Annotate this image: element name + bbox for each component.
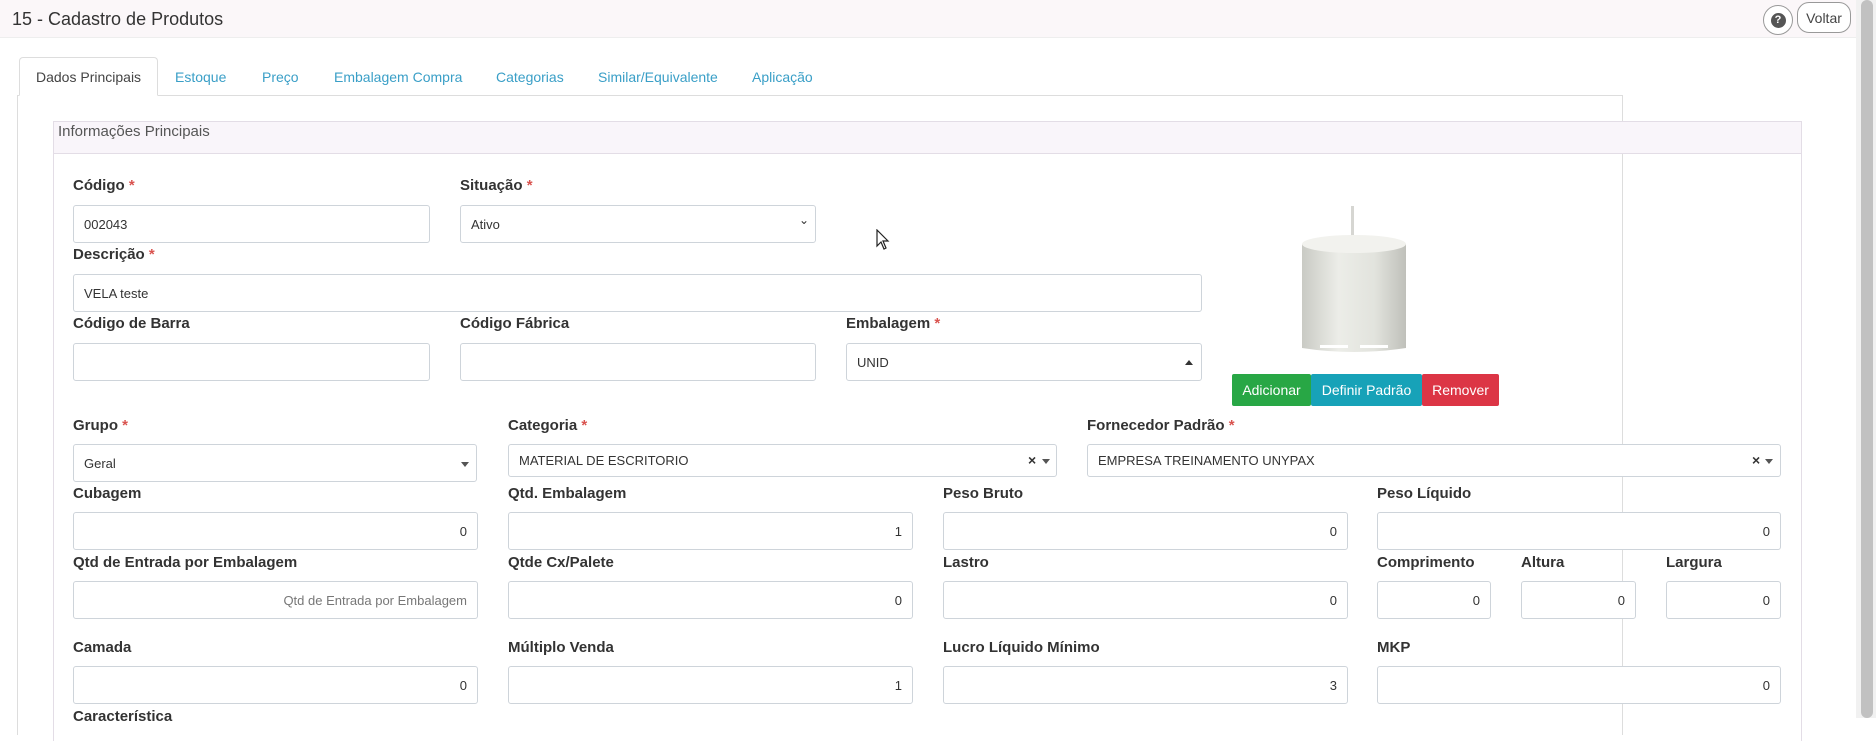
grupo-label: Grupo * bbox=[73, 417, 129, 434]
qtd-entrada-label: Qtd de Entrada por Embalagem bbox=[73, 554, 298, 571]
required-mark: * bbox=[148, 246, 155, 263]
product-image bbox=[1302, 206, 1406, 352]
lastro-input[interactable]: 0 bbox=[943, 581, 1348, 619]
lucro-liquido-minimo-input[interactable]: 3 bbox=[943, 666, 1348, 704]
tab-embalagem-compra[interactable]: Embalagem Compra bbox=[334, 57, 462, 96]
categoria-select[interactable]: MATERIAL DE ESCRITORIO bbox=[508, 444, 1057, 477]
peso-bruto-label: Peso Bruto bbox=[943, 485, 1024, 502]
qtd-entrada-input[interactable]: Qtd de Entrada por Embalagem bbox=[73, 581, 478, 619]
descricao-input[interactable]: VELA teste bbox=[73, 274, 1202, 312]
help-button[interactable]: ? bbox=[1763, 5, 1793, 35]
tab-categorias[interactable]: Categorias bbox=[496, 57, 564, 96]
main-info-panel-header bbox=[54, 122, 1801, 154]
caret-down-icon bbox=[1765, 459, 1773, 464]
tab-bar: Dados Principais Estoque Preço Embalagem… bbox=[19, 57, 1839, 96]
scrollbar-thumb[interactable] bbox=[1861, 0, 1873, 718]
altura-label: Altura bbox=[1521, 554, 1565, 571]
embalagem-select[interactable]: UNID bbox=[846, 343, 1202, 381]
back-button[interactable]: Voltar bbox=[1797, 2, 1851, 33]
cubagem-label: Cubagem bbox=[73, 485, 142, 502]
cubagem-input[interactable]: 0 bbox=[73, 512, 478, 550]
mkp-label: MKP bbox=[1377, 639, 1411, 656]
camada-label: Camada bbox=[73, 639, 132, 656]
qtde-cx-palete-input[interactable]: 0 bbox=[508, 581, 913, 619]
fornecedor-value: EMPRESA TREINAMENTO UNYPAX bbox=[1098, 453, 1315, 468]
largura-input[interactable]: 0 bbox=[1666, 581, 1781, 619]
comprimento-label: Comprimento bbox=[1377, 554, 1475, 571]
chevron-down-icon: ⌄ bbox=[799, 213, 810, 227]
qtde-cx-palete-label: Qtde Cx/Palete bbox=[508, 554, 614, 571]
comprimento-input[interactable]: 0 bbox=[1377, 581, 1491, 619]
tab-preco[interactable]: Preço bbox=[262, 57, 299, 96]
question-circle-icon: ? bbox=[1770, 12, 1786, 28]
fornecedor-select[interactable]: EMPRESA TREINAMENTO UNYPAX bbox=[1087, 444, 1781, 477]
required-mark: * bbox=[934, 315, 941, 332]
peso-liquido-label: Peso Líquido bbox=[1377, 485, 1472, 502]
multiplo-venda-input[interactable]: 1 bbox=[508, 666, 913, 704]
peso-bruto-input[interactable]: 0 bbox=[943, 512, 1348, 550]
grupo-value: Geral bbox=[84, 455, 116, 471]
caret-down-icon bbox=[461, 462, 469, 467]
caret-up-icon bbox=[1185, 360, 1193, 365]
situacao-label: Situação * bbox=[460, 177, 533, 194]
required-mark: * bbox=[128, 177, 135, 194]
fornecedor-label: Fornecedor Padrão * bbox=[1087, 417, 1235, 434]
caret-down-icon bbox=[1042, 459, 1050, 464]
codigo-fabrica-label: Código Fábrica bbox=[460, 315, 570, 332]
page-title: 15 - Cadastro de Produtos bbox=[12, 9, 224, 29]
mkp-input[interactable]: 0 bbox=[1377, 666, 1781, 704]
tab-dados-principais[interactable]: Dados Principais bbox=[19, 57, 159, 96]
tab-similar-equivalente[interactable]: Similar/Equivalente bbox=[598, 57, 718, 96]
situacao-select[interactable]: Ativo bbox=[460, 205, 816, 243]
altura-input[interactable]: 0 bbox=[1521, 581, 1636, 619]
embalagem-label: Embalagem * bbox=[846, 315, 941, 332]
tab-estoque[interactable]: Estoque bbox=[175, 57, 226, 96]
codigo-barra-input[interactable] bbox=[73, 343, 430, 381]
qtd-embalagem-input[interactable]: 1 bbox=[508, 512, 913, 550]
required-mark: * bbox=[581, 417, 588, 434]
add-image-button[interactable]: Adicionar bbox=[1232, 374, 1311, 406]
remove-image-button[interactable]: Remover bbox=[1422, 374, 1499, 406]
qtd-embalagem-label: Qtd. Embalagem bbox=[508, 485, 627, 502]
categoria-value: MATERIAL DE ESCRITORIO bbox=[519, 453, 689, 468]
caracteristica-label: Característica bbox=[73, 708, 173, 725]
camada-input[interactable]: 0 bbox=[73, 666, 478, 704]
situacao-value: Ativo bbox=[471, 216, 500, 232]
codigo-input[interactable]: 002043 bbox=[73, 205, 430, 243]
codigo-label: Código * bbox=[73, 177, 135, 194]
grupo-select[interactable]: Geral bbox=[73, 444, 477, 482]
page-header bbox=[0, 0, 1856, 38]
required-mark: * bbox=[122, 417, 129, 434]
required-mark: * bbox=[1228, 417, 1235, 434]
set-default-image-button[interactable]: Definir Padrão bbox=[1311, 374, 1422, 406]
clear-icon[interactable]: × bbox=[1028, 452, 1036, 468]
main-info-title: Informações Principais bbox=[58, 123, 210, 140]
embalagem-value: UNID bbox=[857, 354, 889, 370]
required-mark: * bbox=[526, 177, 533, 194]
descricao-label: Descrição * bbox=[73, 246, 155, 263]
largura-label: Largura bbox=[1666, 554, 1722, 571]
codigo-barra-label: Código de Barra bbox=[73, 315, 190, 332]
tab-aplicacao[interactable]: Aplicação bbox=[752, 57, 813, 96]
codigo-fabrica-input[interactable] bbox=[460, 343, 816, 381]
peso-liquido-input[interactable]: 0 bbox=[1377, 512, 1781, 550]
multiplo-venda-label: Múltiplo Venda bbox=[508, 639, 614, 656]
lastro-label: Lastro bbox=[943, 554, 989, 571]
clear-icon[interactable]: × bbox=[1752, 452, 1760, 468]
lucro-liquido-minimo-label: Lucro Líquido Mínimo bbox=[943, 639, 1100, 656]
categoria-label: Categoria * bbox=[508, 417, 588, 434]
mouse-cursor-icon bbox=[876, 229, 890, 250]
